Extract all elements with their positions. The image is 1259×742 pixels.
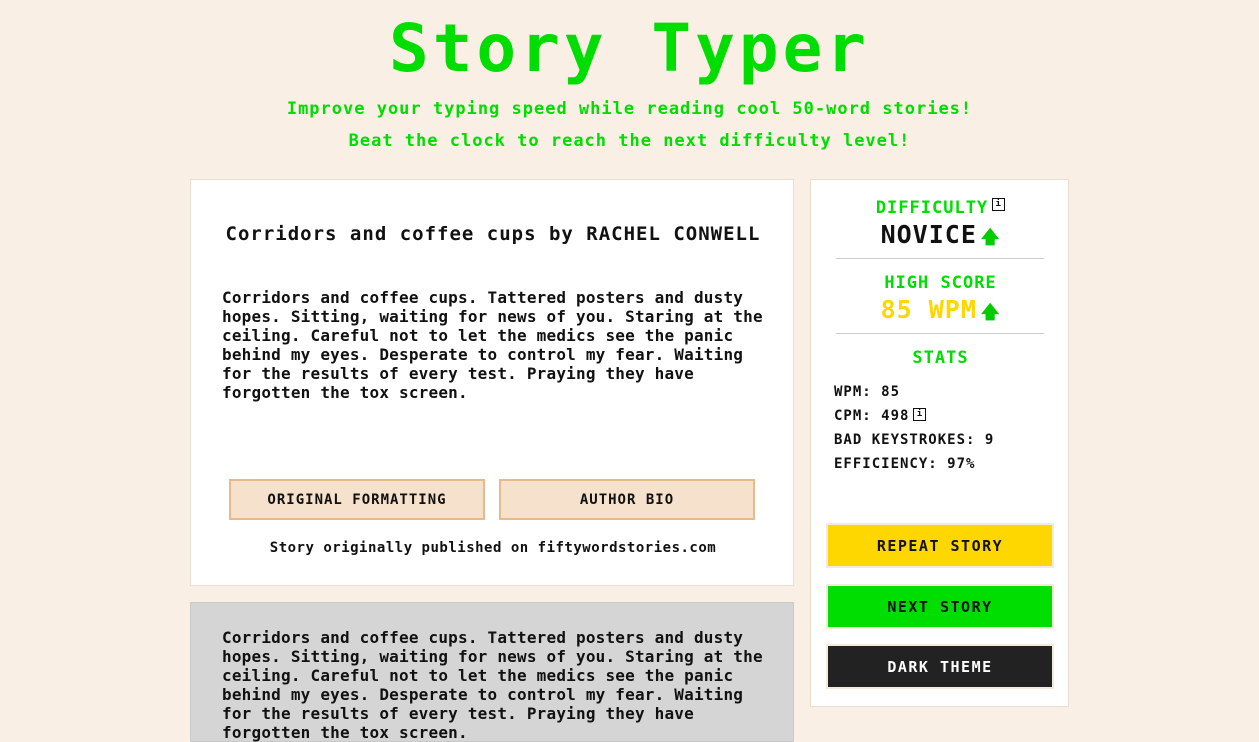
divider — [836, 258, 1044, 259]
stat-cpm: CPM: 498 — [834, 408, 910, 424]
high-score-label: HIGH SCORE — [884, 273, 997, 293]
difficulty-label: DIFFICULTY — [875, 198, 989, 218]
typing-text: Corridors and coffee cups. Tattered post… — [222, 628, 763, 742]
published-site-link[interactable]: fiftywordstories.com — [538, 540, 717, 556]
app-title: Story Typer — [388, 10, 871, 87]
published-note: Story originally published on fiftywords… — [191, 540, 795, 556]
stat-wpm: WPM: 85 — [834, 384, 901, 400]
subtitle-line-2: Beat the clock to reach the next difficu… — [348, 131, 911, 151]
published-prefix: Story originally published on — [269, 540, 529, 556]
subtitle-line-1: Improve your typing speed while reading … — [286, 99, 973, 119]
typing-area[interactable]: Corridors and coffee cups. Tattered post… — [190, 602, 794, 742]
stat-cpm-row: CPM: 498 i — [834, 408, 927, 424]
stat-bad-keystrokes: BAD KEYSTROKES: 9 — [834, 432, 995, 448]
next-story-button[interactable]: NEXT STORY — [826, 584, 1054, 629]
story-card: Corridors and coffee cups by RACHEL CONW… — [190, 179, 794, 586]
stat-efficiency: EFFICIENCY: 97% — [834, 456, 976, 472]
difficulty-value: NOVICE — [880, 220, 977, 249]
difficulty-up-arrow-icon: 🡅 — [980, 227, 1001, 248]
stats-label: STATS — [912, 348, 969, 368]
sidebar-panel: DIFFICULTY i NOVICE 🡅 HIGH SCORE 85 WPM 🡅 S… — [810, 179, 1069, 707]
difficulty-heading: DIFFICULTY i — [811, 198, 1070, 218]
original-formatting-button[interactable]: ORIGINAL FORMATTING — [229, 479, 485, 520]
repeat-story-button[interactable]: REPEAT STORY — [826, 523, 1054, 568]
cpm-info-icon[interactable]: i — [913, 408, 927, 421]
story-title: Corridors and coffee cups by RACHEL CONW… — [225, 223, 761, 245]
high-score-display: 85 WPM 🡅 — [811, 295, 1070, 330]
difficulty-info-icon[interactable]: i — [992, 198, 1006, 211]
high-score-up-arrow-icon: 🡅 — [980, 302, 1001, 323]
difficulty-display: NOVICE 🡅 — [811, 220, 1070, 255]
high-score-value: 85 WPM — [880, 295, 977, 324]
divider — [836, 333, 1044, 334]
dark-theme-button[interactable]: DARK THEME — [826, 644, 1054, 689]
story-text: Corridors and coffee cups. Tattered post… — [222, 288, 763, 402]
author-bio-button[interactable]: AUTHOR BIO — [499, 479, 755, 520]
